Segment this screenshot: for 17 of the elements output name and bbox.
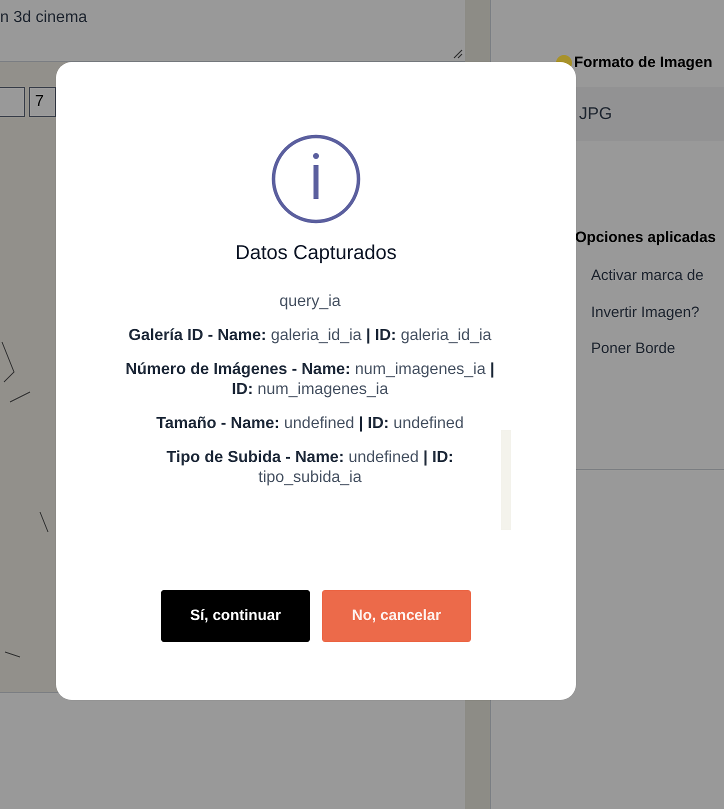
field-info-text: Tamaño - Name: undefined | ID: undefined (156, 414, 464, 434)
dialog-title: Datos Capturados (235, 241, 397, 266)
option-label: Invertir Imagen? (591, 302, 700, 322)
format-label: Formato de Imagen (574, 53, 712, 73)
option-label: Poner Borde (591, 339, 676, 359)
field-info-text: Tipo de Subida - Name: undefined | ID: tipo_subida_ia (166, 448, 454, 488)
info-icon (271, 134, 361, 224)
resize-handle-icon (453, 49, 463, 59)
options-title: Opciones aplicadas (575, 228, 717, 248)
field-info-text: Galería ID - Name: galeria_id_ia | ID: galeria_id_ia (128, 326, 492, 346)
number-field[interactable]: 7 (29, 87, 56, 117)
field-info-text: Número de Imágenes - Name: num_imagenes_ia | ID: num_imagenes_ia (124, 360, 496, 400)
confirm-button[interactable]: Sí, continuar (161, 590, 310, 642)
number-field[interactable] (0, 87, 25, 117)
option-label: Activar marca de (591, 266, 705, 286)
prompt-text: n 3d cinema (0, 8, 88, 28)
field-info-text: query_ia (279, 292, 341, 312)
